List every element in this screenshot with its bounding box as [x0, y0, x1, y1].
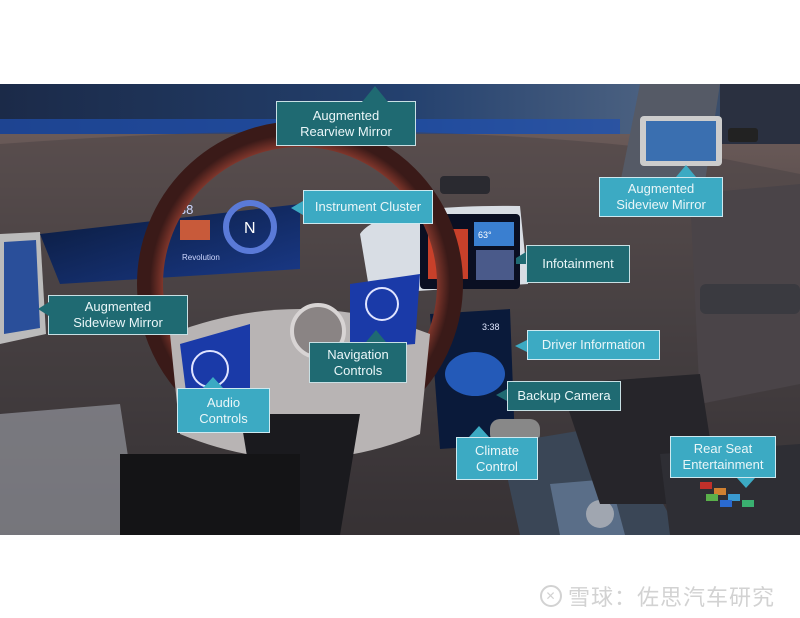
- driver-info-time: 3:38: [482, 322, 500, 332]
- callout-label: Driver Information: [541, 337, 646, 352]
- cluster-media-title: Revolution: [182, 253, 220, 262]
- callout-driver-information: Driver Information: [527, 330, 660, 360]
- callout-pointer: [203, 377, 223, 388]
- callout-pointer: [676, 165, 696, 177]
- callout-audio-controls: Audio Controls: [177, 388, 270, 433]
- callout-label: Augmented Sideview Mirror: [73, 299, 163, 330]
- watermark-text: 雪球：佐思汽车研究: [568, 585, 776, 610]
- callout-infotainment: Infotainment: [526, 245, 630, 283]
- watermark: ✕ 雪球：佐思汽车研究: [540, 580, 775, 612]
- callout-pointer: [291, 201, 303, 215]
- callout-rearview-mirror: Augmented Rearview Mirror: [276, 101, 416, 146]
- callout-label: Infotainment: [542, 256, 614, 271]
- xueqiu-logo-icon: ✕: [540, 585, 562, 607]
- callout-sideview-mirror-left: Augmented Sideview Mirror: [48, 295, 188, 335]
- callout-pointer: [362, 86, 388, 102]
- callout-label: Rear Seat Entertainment: [682, 441, 764, 472]
- callout-label: Climate Control: [474, 442, 520, 474]
- callout-label: Augmented Rearview Mirror: [300, 107, 392, 139]
- callout-pointer: [737, 478, 755, 488]
- callout-pointer: [496, 389, 507, 401]
- callout-label: Audio Controls: [199, 394, 248, 426]
- callout-rear-seat-entertainment: Rear Seat Entertainment: [670, 436, 776, 478]
- callout-pointer: [469, 426, 489, 437]
- callout-backup-camera: Backup Camera: [507, 381, 621, 411]
- compass-heading: N: [244, 220, 256, 237]
- callout-pointer: [515, 340, 527, 352]
- callout-pointer: [366, 330, 386, 342]
- callout-label: Navigation Controls: [327, 346, 389, 378]
- callout-label: Instrument Cluster: [314, 199, 422, 214]
- callout-pointer: [516, 252, 526, 264]
- weather-temperature: 63°: [478, 230, 492, 240]
- callout-sideview-mirror-right: Augmented Sideview Mirror: [599, 177, 723, 217]
- callout-instrument-cluster: Instrument Cluster: [303, 190, 433, 224]
- callout-pointer: [38, 302, 49, 316]
- callout-climate-control: Climate Control: [456, 437, 538, 480]
- callout-label: Augmented Sideview Mirror: [616, 181, 706, 212]
- callout-navigation-controls: Navigation Controls: [309, 342, 407, 383]
- callout-label: Backup Camera: [517, 388, 611, 403]
